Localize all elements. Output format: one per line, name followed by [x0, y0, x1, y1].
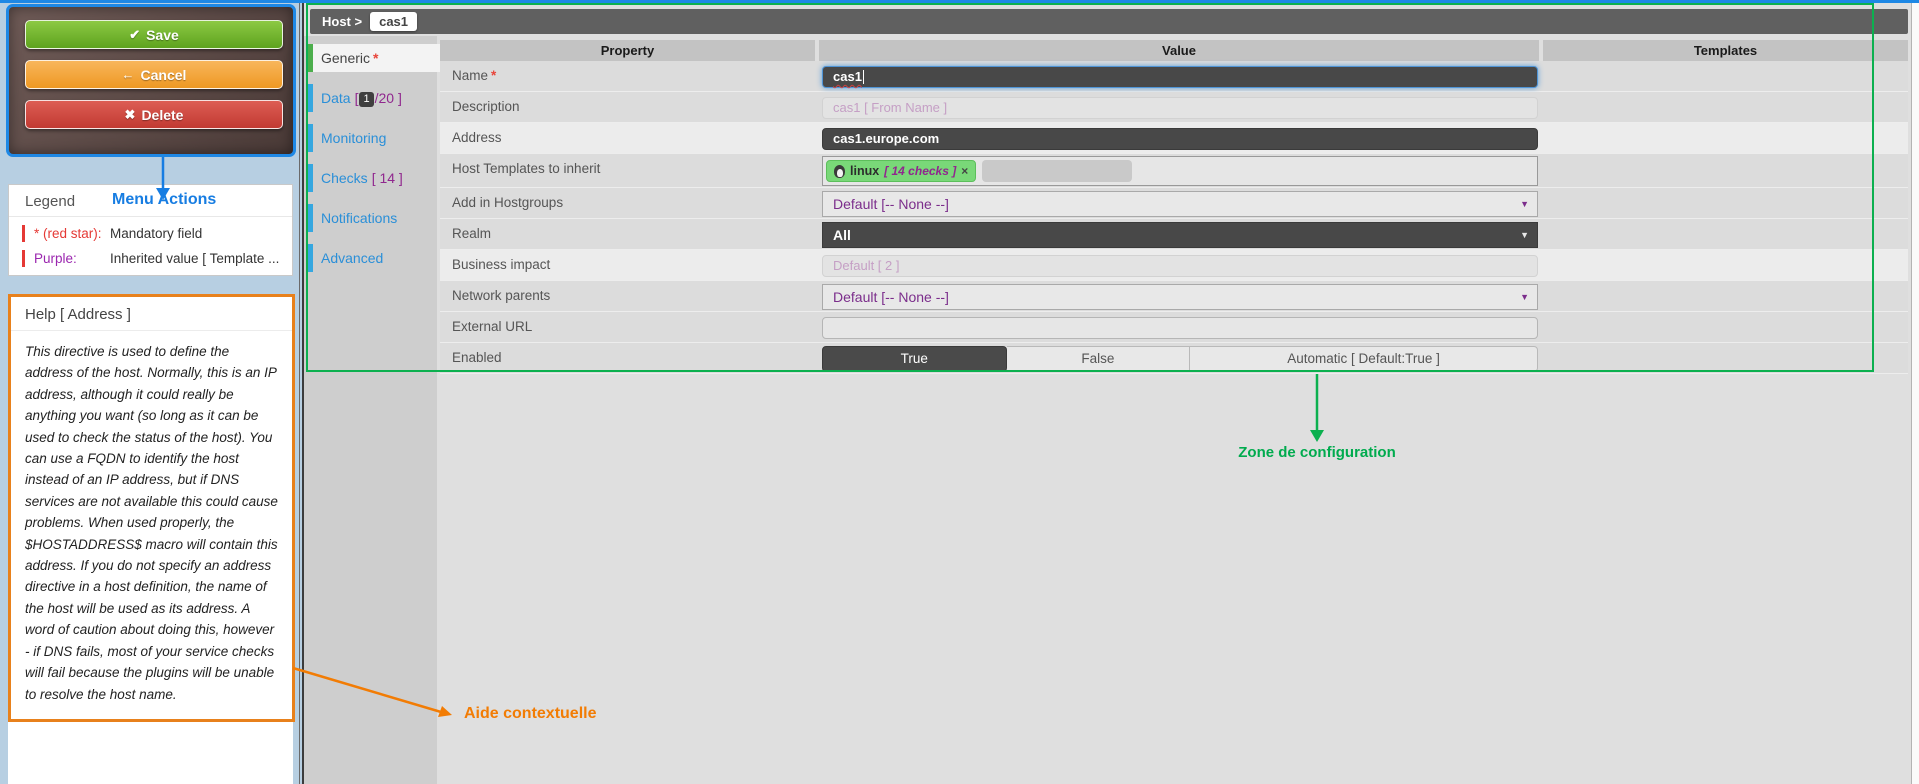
- legend-row-mandatory: * (red star):Mandatory field: [22, 225, 292, 242]
- annotation-aide-contextuelle: Aide contextuelle: [464, 705, 596, 723]
- table-row-description: Description cas1 [ From Name ]: [440, 92, 1908, 123]
- table-row-address: Address cas1.europe.com: [440, 123, 1908, 154]
- tab-advanced[interactable]: Advanced: [308, 244, 437, 272]
- template-tag-linux[interactable]: linux [ 14 checks ] ×: [826, 160, 976, 182]
- property-label: External URL: [452, 319, 532, 334]
- tab-checks[interactable]: Checks [ 14 ]: [308, 164, 437, 192]
- name-input[interactable]: cas1: [822, 66, 1538, 88]
- tab-monitoring[interactable]: Monitoring: [308, 124, 437, 152]
- column-header-property: Property: [440, 40, 815, 61]
- tab-data-count: [1/20 ]: [355, 90, 402, 107]
- property-label: Name: [452, 68, 488, 83]
- sidebar: ✔ Save ← Cancel ✖ Delete Legend * (red s…: [0, 0, 300, 784]
- table-row-enabled: Enabled True False Automatic [ Default:T…: [440, 343, 1908, 374]
- legend-term: * (red star):: [34, 225, 110, 242]
- tab-accent-bar: [308, 244, 313, 272]
- cancel-button-label: Cancel: [141, 67, 187, 83]
- enabled-true-button[interactable]: True: [822, 346, 1007, 372]
- help-panel: Help [ Address ] This directive is used …: [8, 294, 295, 722]
- property-label: Add in Hostgroups: [452, 195, 563, 210]
- table-header: Property Value Templates: [440, 40, 1908, 61]
- tab-accent-bar: [308, 164, 313, 192]
- tab-accent-bar: [308, 44, 313, 72]
- chevron-down-icon: ▼: [1520, 199, 1529, 209]
- breadcrumb-label: Host >: [322, 14, 362, 29]
- enabled-false-button[interactable]: False: [1007, 346, 1191, 372]
- tab-accent-bar: [308, 124, 313, 152]
- save-button[interactable]: ✔ Save: [25, 20, 283, 49]
- realm-select[interactable]: All▼: [822, 222, 1538, 248]
- app-root: ✔ Save ← Cancel ✖ Delete Legend * (red s…: [0, 0, 1919, 784]
- tab-accent-bar: [308, 204, 313, 232]
- legend-desc: Inherited value [ Template ...: [110, 251, 279, 266]
- remove-template-button[interactable]: ×: [961, 164, 968, 178]
- tab-notifications[interactable]: Notifications: [308, 204, 437, 232]
- template-tag-checks: [ 14 checks ]: [884, 164, 956, 178]
- property-label: Business impact: [452, 257, 550, 272]
- property-label: Description: [452, 99, 520, 114]
- tab-checks-count: [ 14 ]: [372, 170, 403, 186]
- annotation-menu-actions: Menu Actions: [112, 191, 216, 209]
- table-row-hostgroups: Add in Hostgroups Default [-- None --]▼: [440, 188, 1908, 219]
- chevron-down-icon: ▼: [1520, 230, 1529, 240]
- enabled-automatic-button[interactable]: Automatic [ Default:True ]: [1190, 346, 1538, 372]
- properties-table: Property Value Templates Name* cas1 Desc…: [440, 40, 1908, 374]
- delete-button[interactable]: ✖ Delete: [25, 100, 283, 129]
- table-row-network-parents: Network parents Default [-- None --]▼: [440, 281, 1908, 312]
- actions-menu-panel: ✔ Save ← Cancel ✖ Delete: [6, 4, 296, 157]
- table-row-external-url: External URL: [440, 312, 1908, 343]
- template-tag-name: linux: [850, 164, 879, 178]
- column-header-templates: Templates: [1543, 40, 1908, 61]
- mandatory-star: *: [491, 68, 496, 83]
- help-title: Help [ Address ]: [11, 297, 292, 331]
- breadcrumb: Host > cas1: [310, 9, 1908, 34]
- host-name-badge: cas1: [370, 12, 417, 31]
- check-icon: ✔: [129, 27, 140, 43]
- help-body-text: This directive is used to define the add…: [11, 331, 292, 705]
- table-row-host-templates: Host Templates to inherit linux [ 14 che…: [440, 154, 1908, 188]
- legend-term: Purple:: [34, 250, 110, 267]
- tab-generic[interactable]: Generic *: [308, 44, 441, 72]
- external-url-input[interactable]: [822, 317, 1538, 339]
- property-label: Host Templates to inherit: [452, 161, 600, 176]
- save-button-label: Save: [146, 27, 179, 43]
- hostgroups-select[interactable]: Default [-- None --]▼: [822, 191, 1538, 217]
- delete-button-label: Delete: [141, 107, 183, 123]
- address-input[interactable]: cas1.europe.com: [822, 128, 1538, 150]
- template-search-input[interactable]: [982, 160, 1132, 182]
- description-input[interactable]: cas1 [ From Name ]: [822, 97, 1538, 119]
- penguin-icon: [834, 165, 845, 178]
- table-row-realm: Realm All▼: [440, 219, 1908, 250]
- network-parents-select[interactable]: Default [-- None --]▼: [822, 284, 1538, 310]
- tab-data[interactable]: Data [1/20 ]: [308, 84, 437, 112]
- business-impact-input[interactable]: Default [ 2 ]: [822, 255, 1538, 277]
- legend-row-inherited: Purple:Inherited value [ Template ...: [22, 250, 292, 267]
- top-border-line: [0, 0, 1919, 3]
- sidebar-blank-panel: [8, 722, 293, 784]
- annotation-zone-configuration: Zone de configuration: [1192, 444, 1442, 461]
- table-row-name: Name* cas1: [440, 61, 1908, 92]
- legend-desc: Mandatory field: [110, 226, 202, 241]
- enabled-toggle: True False Automatic [ Default:True ]: [822, 346, 1538, 372]
- mandatory-star: *: [373, 50, 378, 66]
- host-templates-input[interactable]: linux [ 14 checks ] ×: [822, 156, 1538, 186]
- tab-accent-bar: [308, 84, 313, 112]
- table-row-business-impact: Business impact Default [ 2 ]: [440, 250, 1908, 281]
- property-label: Realm: [452, 226, 491, 241]
- column-header-value: Value: [819, 40, 1539, 61]
- property-label: Address: [452, 130, 502, 145]
- chevron-down-icon: ▼: [1520, 292, 1529, 302]
- x-icon: ✖: [125, 107, 136, 123]
- cancel-button[interactable]: ← Cancel: [25, 60, 283, 89]
- data-count-badge: 1: [359, 92, 373, 107]
- text-cursor: [863, 70, 865, 84]
- scrollbar-track[interactable]: [1911, 0, 1919, 784]
- property-label: Network parents: [452, 288, 550, 303]
- arrow-left-icon: ←: [122, 67, 135, 82]
- property-label: Enabled: [452, 350, 502, 365]
